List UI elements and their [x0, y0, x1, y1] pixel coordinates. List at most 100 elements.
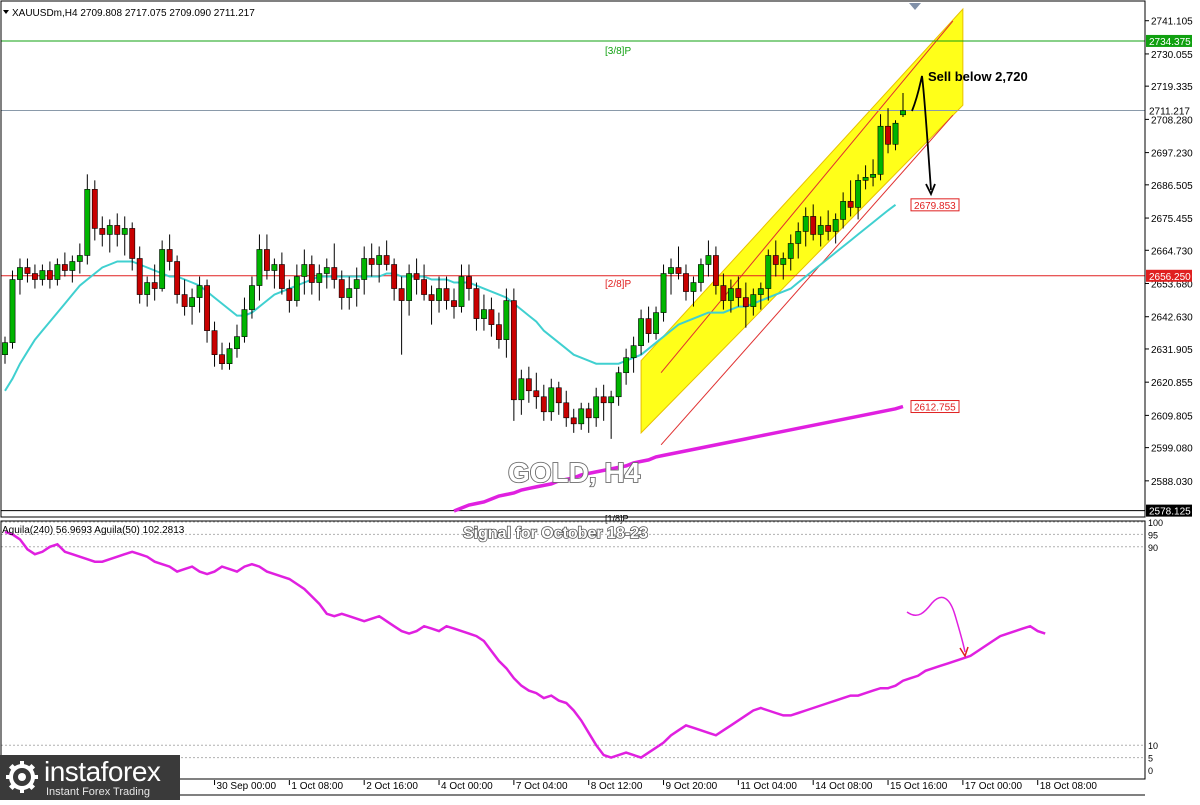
candle-body-bull	[159, 249, 166, 289]
candle-body-bull	[855, 180, 862, 208]
candle-body-bull	[376, 255, 383, 265]
candle-body-bear	[219, 354, 225, 365]
chart-canvas: [3/8]P [2/8]P [1/8]P 100 95 90 10 5 0 2741.105 2…	[0, 0, 1200, 800]
candle-body-bear	[712, 255, 719, 286]
candle-body-bull	[668, 267, 674, 274]
osc-y-tick-label: 5	[1148, 754, 1153, 764]
candle-body-bull	[301, 264, 308, 277]
x-tick-label: 11 Oct 04:00	[740, 781, 797, 792]
candle-body-bull	[802, 216, 809, 232]
candle-body-bear	[151, 282, 158, 289]
candle-body-bull	[630, 345, 637, 358]
candle-body-bull	[877, 125, 884, 175]
x-tick-label: 14 Oct 08:00	[815, 781, 873, 792]
candle-body-bear	[24, 267, 31, 274]
candle-body-bear	[331, 267, 338, 280]
candle-body-bull	[271, 264, 278, 271]
candle-body-bear	[391, 264, 398, 289]
candle-body-bear	[263, 249, 270, 271]
candle-body-bull	[481, 309, 487, 319]
candle-body-bull	[69, 261, 76, 271]
gear-logo-icon	[6, 761, 38, 793]
candle-body-bear	[413, 273, 420, 280]
candle-body-bull	[653, 312, 659, 334]
candle-body-bear	[510, 300, 517, 401]
x-tick-label: 1 Oct 08:00	[291, 781, 343, 792]
candle-body-bull	[623, 357, 630, 374]
candle-body-bear	[600, 396, 607, 404]
candle-body-bull	[608, 396, 615, 404]
chart-watermark-title: GOLD, H4	[508, 457, 641, 488]
y-tick-label: 2588.030	[1151, 477, 1193, 488]
candle-body-bear	[540, 396, 547, 413]
murray-label-middle: [2/8]P	[605, 279, 631, 290]
price-tag-bottom: 2578.125	[1149, 507, 1191, 518]
x-tick-label: 9 Oct 20:00	[666, 781, 718, 792]
candle-body-bear	[308, 264, 315, 283]
y-tick-label: 2620.855	[1151, 378, 1193, 389]
candle-body-bull	[249, 285, 255, 310]
candle-body-bull	[503, 300, 510, 340]
osc-y-tick-label: 90	[1148, 543, 1158, 553]
candle-body-bull	[361, 258, 368, 280]
candle-body-bear	[570, 417, 577, 425]
candle-body-bear	[114, 225, 121, 235]
candle-body-bear	[181, 294, 188, 307]
y-tick-label: 2664.730	[1151, 246, 1193, 257]
candle-body-bear	[286, 288, 293, 301]
candle-body-bear	[585, 408, 592, 419]
candle-body-bear	[398, 288, 405, 301]
price-tag-red: 2656.250	[1149, 272, 1191, 283]
candle-body-bear	[451, 300, 457, 307]
logo-brand: instaforex	[44, 756, 161, 787]
candle-body-bear	[488, 309, 495, 325]
candle-body-bull	[76, 255, 83, 262]
candle-body-bull	[548, 387, 555, 413]
chart-root: [3/8]P [2/8]P [1/8]P 100 95 90 10 5 0 2741.105 2…	[0, 0, 1200, 800]
candle-body-bull	[196, 285, 203, 298]
candle-body-bear	[204, 285, 210, 331]
candle-body-bull	[234, 336, 240, 349]
candle-body-bull	[121, 228, 128, 235]
candle-body-bear	[720, 285, 727, 301]
y-tick-label: 2686.505	[1151, 181, 1193, 192]
candle-body-bear	[174, 261, 181, 295]
candle-body-bear	[735, 288, 742, 298]
candle-body-bear	[443, 288, 450, 301]
instaforex-logo: instaforex Instant Forex Trading	[0, 755, 180, 800]
osc-y-tick-label: 95	[1148, 530, 1158, 540]
candle-body-bull	[698, 264, 704, 283]
candle-body-bear	[495, 324, 502, 340]
y-tick-label: 2697.230	[1151, 149, 1193, 160]
murray-label-upper: [3/8]P	[605, 46, 631, 57]
candle-body-bear	[772, 255, 779, 265]
candle-body-bear	[99, 228, 106, 235]
candle-body-bear	[810, 216, 817, 235]
y-tick-label: 2719.335	[1151, 82, 1193, 93]
y-tick-label: 2631.905	[1151, 345, 1193, 356]
x-tick-label: 4 Oct 00:00	[441, 781, 493, 792]
candle-body-bull	[660, 273, 667, 313]
candle-body-bear	[466, 276, 472, 289]
candle-body-bull	[750, 294, 757, 307]
candle-body-bear	[555, 387, 562, 404]
candle-body-bull	[638, 318, 645, 346]
candle-body-bear	[166, 249, 173, 262]
candle-body-bear	[91, 189, 98, 229]
candle-body-bull	[406, 273, 413, 301]
price-tag-upper: 2734.375	[1149, 37, 1191, 48]
candle-body-bull	[578, 408, 585, 425]
candle-body-bear	[368, 258, 375, 265]
x-tick-label: 7 Oct 04:00	[516, 781, 568, 792]
candle-body-bull	[241, 309, 248, 337]
candle-body-bull	[593, 396, 600, 419]
candle-body-bull	[787, 243, 794, 259]
candle-body-bull	[144, 282, 151, 295]
symbol-header: XAUUSDm,H4 2709.808 2717.075 2709.090 27…	[12, 8, 255, 19]
candle-body-bull	[900, 110, 906, 116]
candle-body-bull	[518, 378, 525, 401]
candle-body-bull	[17, 267, 23, 280]
candle-body-bear	[525, 378, 532, 392]
candle-body-bear	[742, 297, 749, 307]
candle-body-bull	[817, 225, 824, 235]
